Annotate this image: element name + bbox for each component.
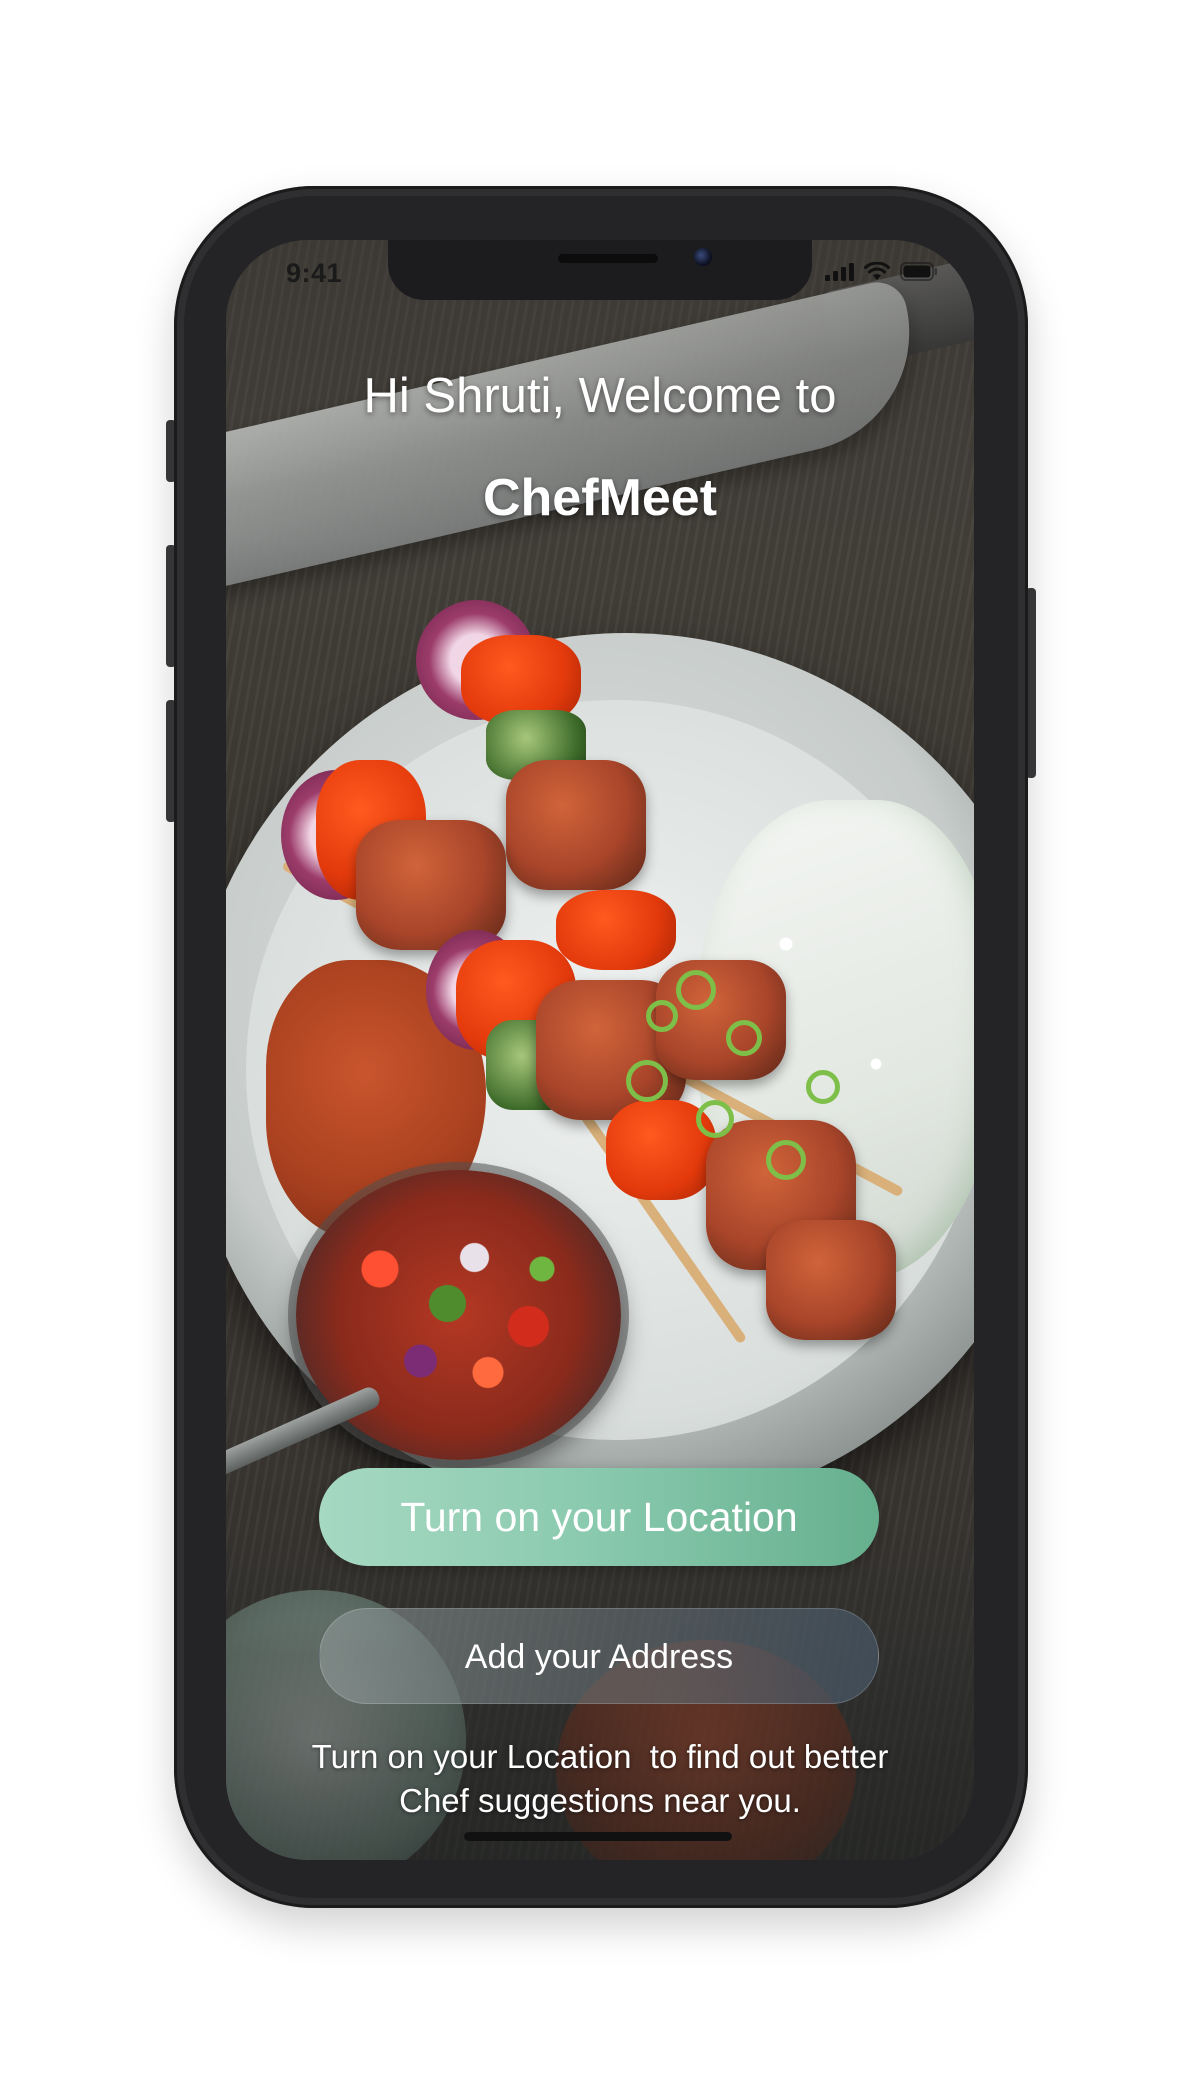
add-address-button[interactable]: Add your Address [319, 1608, 879, 1704]
scallion-image [696, 1100, 734, 1138]
status-icons [825, 262, 938, 281]
speaker-grille [558, 254, 658, 263]
wifi-icon [864, 262, 890, 281]
turn-on-location-button[interactable]: Turn on your Location [319, 1468, 879, 1566]
scallion-image [806, 1070, 840, 1104]
hint-line-2: Chef suggestions near you. [399, 1782, 801, 1819]
app-screen: 9:41 Hi Shruti, Welcome to ChefMeet Turn… [226, 240, 974, 1860]
hint-line-1: Turn on your Location to find out better [311, 1738, 889, 1775]
pepper-image [556, 890, 676, 970]
welcome-greeting: Hi Shruti, Welcome to [363, 369, 837, 423]
scallion-image [726, 1020, 762, 1056]
notch [388, 240, 812, 300]
cellular-signal-icon [825, 263, 854, 281]
scallion-image [676, 970, 716, 1010]
status-time: 9:41 [286, 258, 343, 288]
kebab-meat-image [506, 760, 646, 890]
page: 9:41 Hi Shruti, Welcome to ChefMeet Turn… [0, 0, 1195, 2100]
scallion-image [766, 1140, 806, 1180]
scallion-image [646, 1000, 678, 1032]
kebab-meat-image [766, 1220, 896, 1340]
front-camera [694, 248, 712, 266]
battery-icon [900, 262, 938, 281]
location-hint-text: Turn on your Location to find out better… [226, 1735, 974, 1823]
scallion-image [626, 1060, 668, 1102]
home-indicator[interactable] [464, 1832, 732, 1841]
app-name-title: ChefMeet [482, 469, 718, 527]
